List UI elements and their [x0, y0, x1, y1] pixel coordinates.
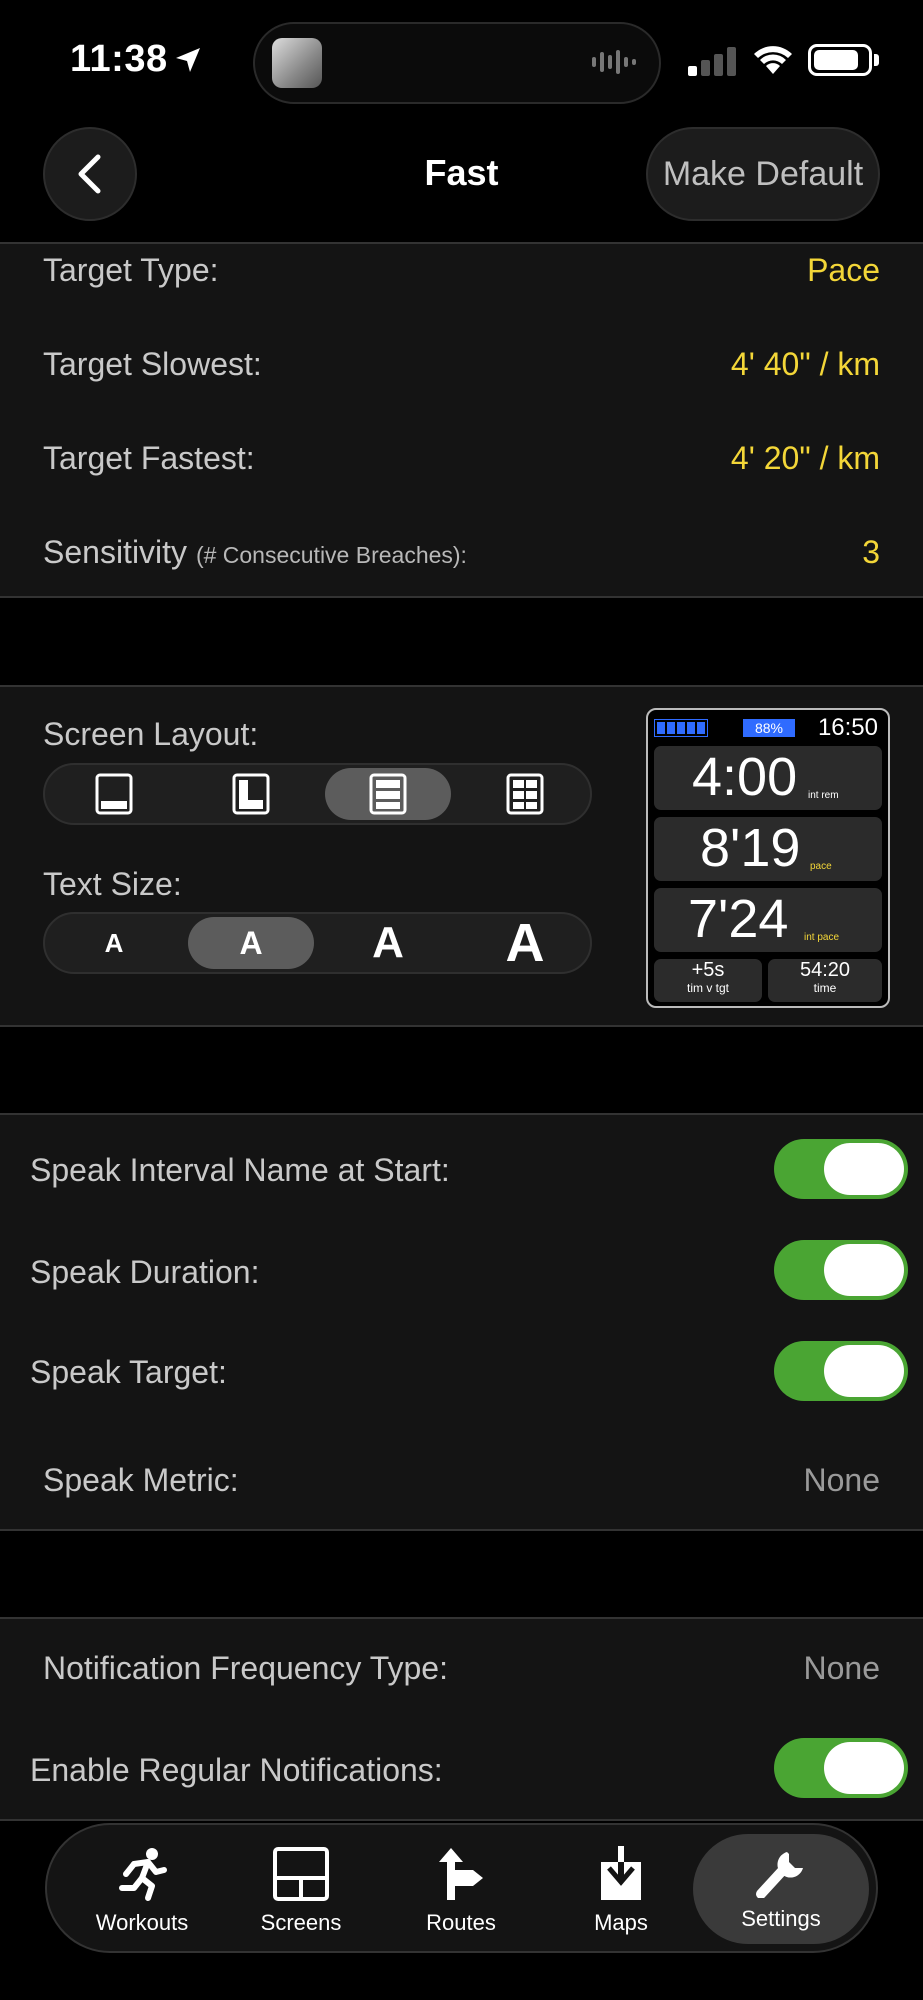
tab-screens[interactable]: Screens	[226, 1846, 376, 1936]
tab-screens-label: Screens	[260, 1910, 342, 1935]
target-type-value[interactable]: Pace	[807, 252, 880, 289]
watch-field-1: 4:00 int rem	[654, 746, 882, 810]
now-playing-artwork	[272, 38, 322, 88]
target-fastest-label: Target Fastest:	[43, 440, 255, 476]
notification-frequency-value[interactable]: None	[804, 1650, 881, 1687]
speak-metric-value[interactable]: None	[804, 1462, 881, 1499]
tab-workouts[interactable]: Workouts	[67, 1846, 217, 1936]
layout-grid-option[interactable]	[462, 768, 588, 820]
tab-workouts-label: Workouts	[95, 1910, 189, 1935]
speak-duration-label: Speak Duration:	[30, 1254, 260, 1290]
watch-battery-percent: 88%	[743, 719, 795, 737]
layout-single-icon	[95, 773, 133, 815]
route-sign-icon	[439, 1848, 483, 1900]
text-size-large-glyph: A	[372, 918, 404, 967]
target-slowest-value[interactable]: 4' 40" / km	[731, 346, 880, 383]
watch-field-2: 8'19 pace	[654, 817, 882, 881]
toggle-knob	[824, 1143, 904, 1195]
toggle-knob	[824, 1244, 904, 1296]
toggle-knob	[824, 1742, 904, 1794]
make-default-button[interactable]: Make Default	[646, 127, 880, 221]
speak-interval-name-label: Speak Interval Name at Start:	[30, 1152, 450, 1188]
text-size-xlarge-option[interactable]: A	[462, 913, 588, 973]
watch-clock: 16:50	[817, 714, 878, 741]
speak-duration-toggle[interactable]	[774, 1240, 908, 1300]
watch-field-4-label: tim v tgt	[686, 981, 729, 995]
target-type-label: Target Type:	[43, 252, 219, 288]
target-slowest-label: Target Slowest:	[43, 346, 262, 382]
watch-field-5-value: 54:20	[799, 959, 851, 981]
watch-field-3: 7'24 int pace	[654, 888, 882, 952]
watch-field-3-value: 7'24	[688, 889, 789, 949]
battery-terminal	[874, 54, 879, 66]
download-map-icon	[601, 1846, 641, 1900]
sensitivity-label: Sensitivity (# Consecutive Breaches):	[43, 534, 467, 571]
text-size-xlarge-glyph: A	[505, 913, 545, 973]
status-time: 11:38	[70, 38, 168, 80]
watch-screen-preview: 88% 16:50 4:00 int rem 8'19 pace 7'24 in…	[646, 708, 890, 1008]
audio-waveform-icon	[592, 50, 636, 74]
sensitivity-title: Sensitivity	[43, 534, 188, 570]
tab-routes-label: Routes	[426, 1910, 496, 1935]
layout-grid-icon	[506, 773, 544, 815]
text-size-large-option[interactable]: A	[325, 917, 451, 969]
screen-layout-segmented-control[interactable]	[43, 763, 592, 825]
runner-icon	[119, 1848, 167, 1901]
speak-target-toggle[interactable]	[774, 1341, 908, 1401]
layout-single-field-option[interactable]	[51, 768, 177, 820]
watch-field-4: +5s tim v tgt	[654, 959, 762, 1002]
text-size-medium-glyph: A	[239, 924, 263, 961]
watch-field-5: 54:20 time	[768, 959, 882, 1002]
cellular-signal-icon	[688, 47, 736, 76]
location-arrow-icon	[176, 48, 200, 72]
speak-target-label: Speak Target:	[30, 1354, 227, 1390]
battery-level	[814, 50, 858, 70]
tab-maps[interactable]: Maps	[546, 1846, 696, 1936]
screens-icon	[273, 1847, 329, 1901]
sensitivity-subtitle: (# Consecutive Breaches):	[195, 542, 467, 568]
layout-three-field-option[interactable]	[325, 768, 451, 820]
text-size-small-option[interactable]: A	[51, 917, 177, 969]
text-size-segmented-control[interactable]: A A A A	[43, 912, 592, 974]
speak-interval-name-toggle[interactable]	[774, 1139, 908, 1199]
tab-settings[interactable]: Settings	[693, 1834, 869, 1944]
text-size-small-glyph: A	[104, 927, 124, 958]
watch-field-1-label: int rem	[808, 790, 839, 801]
wrench-icon	[756, 1852, 803, 1898]
watch-field-4-value: +5s	[691, 959, 725, 981]
layout-two-field-option[interactable]	[188, 768, 314, 820]
layout-two-icon	[232, 773, 270, 815]
screen-layout-label: Screen Layout:	[43, 716, 259, 752]
sensitivity-value[interactable]: 3	[862, 534, 880, 571]
watch-field-1-value: 4:00	[692, 747, 798, 807]
watch-field-2-label: pace	[810, 861, 832, 872]
wifi-icon	[754, 46, 792, 74]
tab-settings-label: Settings	[741, 1906, 821, 1931]
notification-frequency-label: Notification Frequency Type:	[43, 1650, 448, 1686]
tab-routes[interactable]: Routes	[386, 1846, 536, 1936]
target-fastest-value[interactable]: 4' 20" / km	[731, 440, 880, 477]
watch-field-3-label: int pace	[804, 932, 840, 943]
text-size-label: Text Size:	[43, 866, 182, 902]
layout-three-icon	[369, 773, 407, 815]
tab-maps-label: Maps	[594, 1910, 648, 1935]
regular-notifications-toggle[interactable]	[774, 1738, 908, 1798]
regular-notifications-label: Enable Regular Notifications:	[30, 1752, 443, 1788]
watch-field-5-label: time	[813, 981, 837, 995]
text-size-medium-option[interactable]: A	[188, 917, 314, 969]
speak-metric-label: Speak Metric:	[43, 1462, 239, 1498]
toggle-knob	[824, 1345, 904, 1397]
watch-field-2-value: 8'19	[700, 818, 801, 878]
watch-battery-bars	[654, 719, 708, 737]
